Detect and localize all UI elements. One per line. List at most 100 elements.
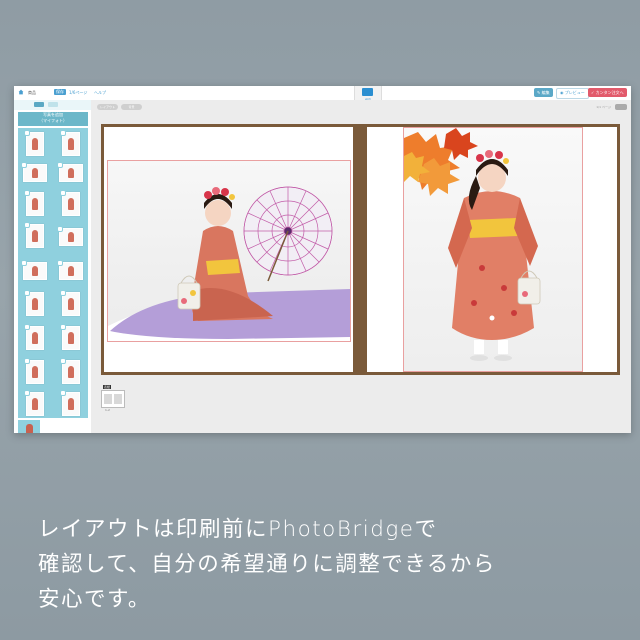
- photo-thumbnail[interactable]: [57, 226, 83, 246]
- page-number: 1-2: [105, 408, 110, 412]
- photo-thumbnail[interactable]: [21, 260, 47, 280]
- left-page[interactable]: [104, 127, 353, 372]
- product-title: 商品: [28, 90, 36, 95]
- thumbnail-image: [32, 366, 38, 378]
- thumbnail-image: [32, 398, 38, 410]
- check-icon: [60, 190, 66, 196]
- promo-caption: レイアウトは印刷前にPhotoBridgeで 確認して、自分の希望通りに調整でき…: [38, 512, 628, 617]
- check-icon: [57, 162, 63, 168]
- check-icon: [24, 290, 30, 296]
- edit-label: 編集: [541, 90, 550, 95]
- thumbnail-image: [104, 394, 112, 404]
- thumbnail-image: [32, 332, 38, 344]
- thumbnail-image: [68, 366, 74, 378]
- check-icon: [24, 390, 30, 396]
- check-icon: [57, 226, 63, 232]
- photo-slot-left[interactable]: [107, 160, 351, 342]
- photo-sidebar: 写真を追加 （マイフォト）: [14, 100, 91, 433]
- check-icon: [24, 130, 30, 136]
- home-icon[interactable]: [18, 89, 24, 95]
- photo-thumbnail[interactable]: [57, 162, 83, 182]
- caption-line-3: 安心です。: [38, 587, 151, 612]
- photo-thumbnail[interactable]: [24, 358, 44, 384]
- photo-thumbnail[interactable]: [24, 130, 44, 156]
- check-icon: [24, 222, 30, 228]
- cover-label: 表紙: [103, 385, 112, 389]
- preview-button[interactable]: ◉ プレビュー: [556, 88, 589, 99]
- photo-thumbnail[interactable]: [24, 290, 44, 316]
- photo-thumbnail[interactable]: [60, 358, 80, 384]
- selected-photo-thumbnail[interactable]: [18, 420, 40, 433]
- sidebar-tabs: [14, 100, 91, 110]
- edit-icon: ✎: [537, 90, 541, 95]
- edit-button[interactable]: ✎ 編集: [534, 88, 553, 97]
- thumbnail-image: [32, 266, 38, 276]
- kimono-girl-standing-photo: [404, 128, 541, 361]
- photo-thumbnail[interactable]: [24, 324, 44, 350]
- thumbnail-image: [32, 230, 38, 242]
- thumbnail-image: [32, 168, 38, 178]
- page-filmstrip: 表紙 1-2: [101, 385, 125, 412]
- right-page[interactable]: [367, 127, 617, 372]
- maple-leaves-icon: [404, 128, 478, 196]
- photo-thumbnail[interactable]: [60, 290, 80, 316]
- thumbnail-image: [26, 424, 33, 433]
- check-icon: [60, 290, 66, 296]
- check-icon: [24, 324, 30, 330]
- thumbnail-image: [32, 298, 38, 310]
- cart-icon: ✓: [591, 90, 595, 95]
- thumbnail-image: [32, 198, 38, 210]
- editor-canvas: レイアウト 背景 1/1 ページ 表紙 1-2: [91, 100, 631, 433]
- thumbnail-image: [114, 394, 122, 404]
- thumbnail-image: [68, 332, 74, 344]
- kimono-girl-seated-photo: [108, 186, 350, 341]
- check-icon: [60, 390, 66, 396]
- photo-slot-right[interactable]: [403, 127, 583, 372]
- page-indicator: 1/1 ページ: [596, 105, 611, 109]
- photo-thumbnail[interactable]: [21, 162, 47, 182]
- thumbnail-image: [68, 298, 74, 310]
- page-count-link[interactable]: 1/6ページ: [69, 90, 87, 96]
- photo-thumbnail[interactable]: [60, 390, 80, 416]
- check-icon: [24, 190, 30, 196]
- photo-editor-window: 商品 保存 1/6ページ ヘルプ 保存 ✎ 編集 ◉ プレビュー ✓ カンタン注…: [14, 86, 631, 433]
- caption-line-2: 確認して、自分の希望通りに調整できるから: [38, 552, 496, 577]
- photo-thumbnail[interactable]: [60, 190, 80, 216]
- status-badge: 保存: [54, 89, 66, 95]
- photo-thumbnail[interactable]: [60, 130, 80, 156]
- photo-thumbnail[interactable]: [24, 390, 44, 416]
- page-settings-button[interactable]: [615, 104, 627, 110]
- thumbnail-image: [68, 198, 74, 210]
- save-icon: [362, 88, 373, 96]
- add-photo-button[interactable]: 写真を追加 （マイフォト）: [18, 112, 88, 126]
- check-icon: [60, 324, 66, 330]
- photobook-spread: [101, 124, 620, 375]
- photo-thumbnail[interactable]: [24, 190, 44, 216]
- photo-thumbnail-grid: [18, 128, 88, 418]
- photo-thumbnail[interactable]: [57, 260, 83, 280]
- photo-thumbnail[interactable]: [60, 324, 80, 350]
- top-toolbar: 商品 保存 1/6ページ ヘルプ 保存 ✎ 編集 ◉ プレビュー ✓ カンタン注…: [14, 86, 631, 107]
- check-icon: [21, 260, 27, 266]
- check-icon: [57, 260, 63, 266]
- thumbnail-image: [68, 266, 74, 276]
- help-link[interactable]: ヘルプ: [94, 90, 106, 96]
- check-icon: [60, 358, 66, 364]
- check-icon: [21, 162, 27, 168]
- check-icon: [60, 130, 66, 136]
- order-button[interactable]: ✓ カンタン注文へ: [588, 88, 627, 97]
- my-photo-label: （マイフォト）: [39, 118, 67, 123]
- order-label: カンタン注文へ: [595, 90, 624, 95]
- thumbnail-image: [68, 398, 74, 410]
- background-button[interactable]: 背景: [121, 104, 142, 110]
- thumbnail-image: [68, 138, 74, 150]
- preview-label: プレビュー: [564, 90, 585, 95]
- eye-icon: ◉: [560, 90, 564, 95]
- spread-thumbnail[interactable]: [101, 390, 125, 408]
- check-icon: [24, 358, 30, 364]
- tab-albums[interactable]: [48, 102, 58, 107]
- layout-button[interactable]: レイアウト: [97, 104, 118, 110]
- caption-line-1: レイアウトは印刷前にPhotoBridgeで: [38, 517, 438, 542]
- tab-photos[interactable]: [34, 102, 44, 107]
- photo-thumbnail[interactable]: [24, 222, 44, 248]
